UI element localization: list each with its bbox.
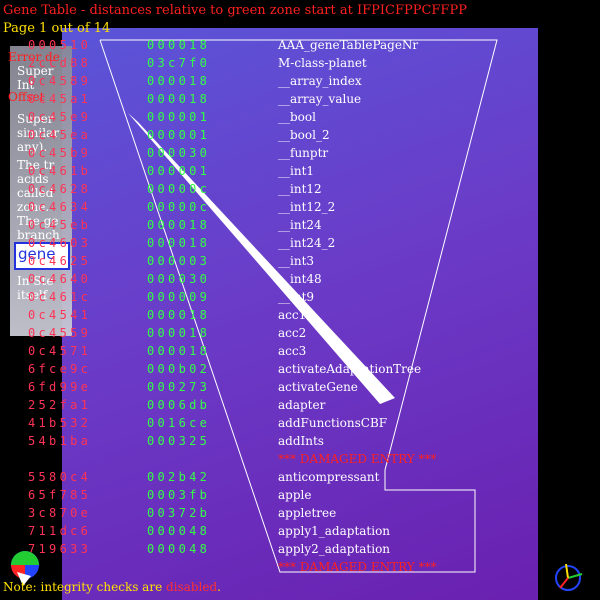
corner-icons bbox=[11, 551, 583, 591]
axis-gizmo-icon[interactable] bbox=[555, 563, 583, 591]
footer-prefix: Note: integrity checks are bbox=[3, 580, 166, 594]
footer-note: Note: integrity checks are disabled. bbox=[3, 580, 221, 594]
footer-suffix: . bbox=[217, 580, 221, 594]
gene-table-screen: Super Int Super similar any). The tr acids call… bbox=[0, 0, 600, 600]
integrity-status: disabled bbox=[166, 580, 218, 594]
